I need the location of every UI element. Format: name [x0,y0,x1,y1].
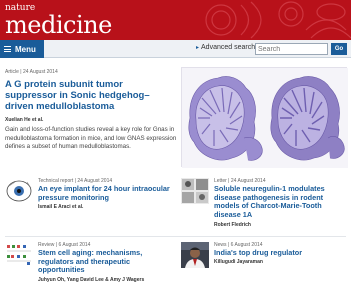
article-authors: Juhyun Oh, Yang David Lee & Amy J Wagers [38,277,145,283]
article-authors: Ismail E Araci et al. [38,204,84,210]
masthead-pattern [205,1,351,39]
micrograph-thumbnail[interactable] [181,178,209,204]
article-card: Technical report | 24 August 2014 An eye… [5,178,175,233]
navigation-bar: Menu ▸ Advanced search Go [0,40,351,58]
article-authors: Robert Fledrich [214,222,251,228]
feature-abstract: Gain and loss-of-function studies reveal… [5,126,177,150]
cerebellum-micrograph [182,68,348,168]
go-button[interactable]: Go [331,43,347,55]
feature-authors: Xuelian He et al. [5,117,44,123]
portrait-thumbnail[interactable] [181,242,209,268]
article-card: Review | 6 August 2014 Stem cell aging: … [5,242,175,297]
article-title-link[interactable]: An eye implant for 24 hour intraocular p… [38,184,170,202]
stem-cell-thumbnail[interactable] [5,242,33,268]
masthead-banner: nature medicine [0,0,351,40]
feature-title-link[interactable]: A G protein subunit tumor suppressor in … [5,79,177,112]
hamburger-icon [4,46,11,52]
article-title-link[interactable]: Soluble neuregulin-1 modulates disease p… [214,184,346,219]
menu-label: Menu [15,44,36,54]
search-input[interactable] [255,43,328,55]
advanced-search-link[interactable]: ▸ Advanced search [196,44,255,51]
section-divider [5,236,346,237]
caret-right-icon: ▸ [196,45,200,51]
article-title-link[interactable]: India's top drug regulator [214,248,346,258]
feature-meta: Article | 24 August 2014 [5,69,58,75]
eye-implant-thumbnail[interactable] [5,178,33,204]
article-title-link[interactable]: Stem cell aging: mechanisms, regulators … [38,248,170,275]
article-card: Letter | 24 August 2014 Soluble neuregul… [181,178,351,233]
advanced-search-label: Advanced search [201,44,256,51]
feature-image[interactable] [181,67,348,168]
article-card: News | 6 August 2014 India's top drug re… [181,242,351,297]
article-authors: Killugudi Jayaraman [214,259,263,265]
menu-button[interactable]: Menu [0,40,44,58]
brand-logo[interactable]: medicine [5,11,112,39]
